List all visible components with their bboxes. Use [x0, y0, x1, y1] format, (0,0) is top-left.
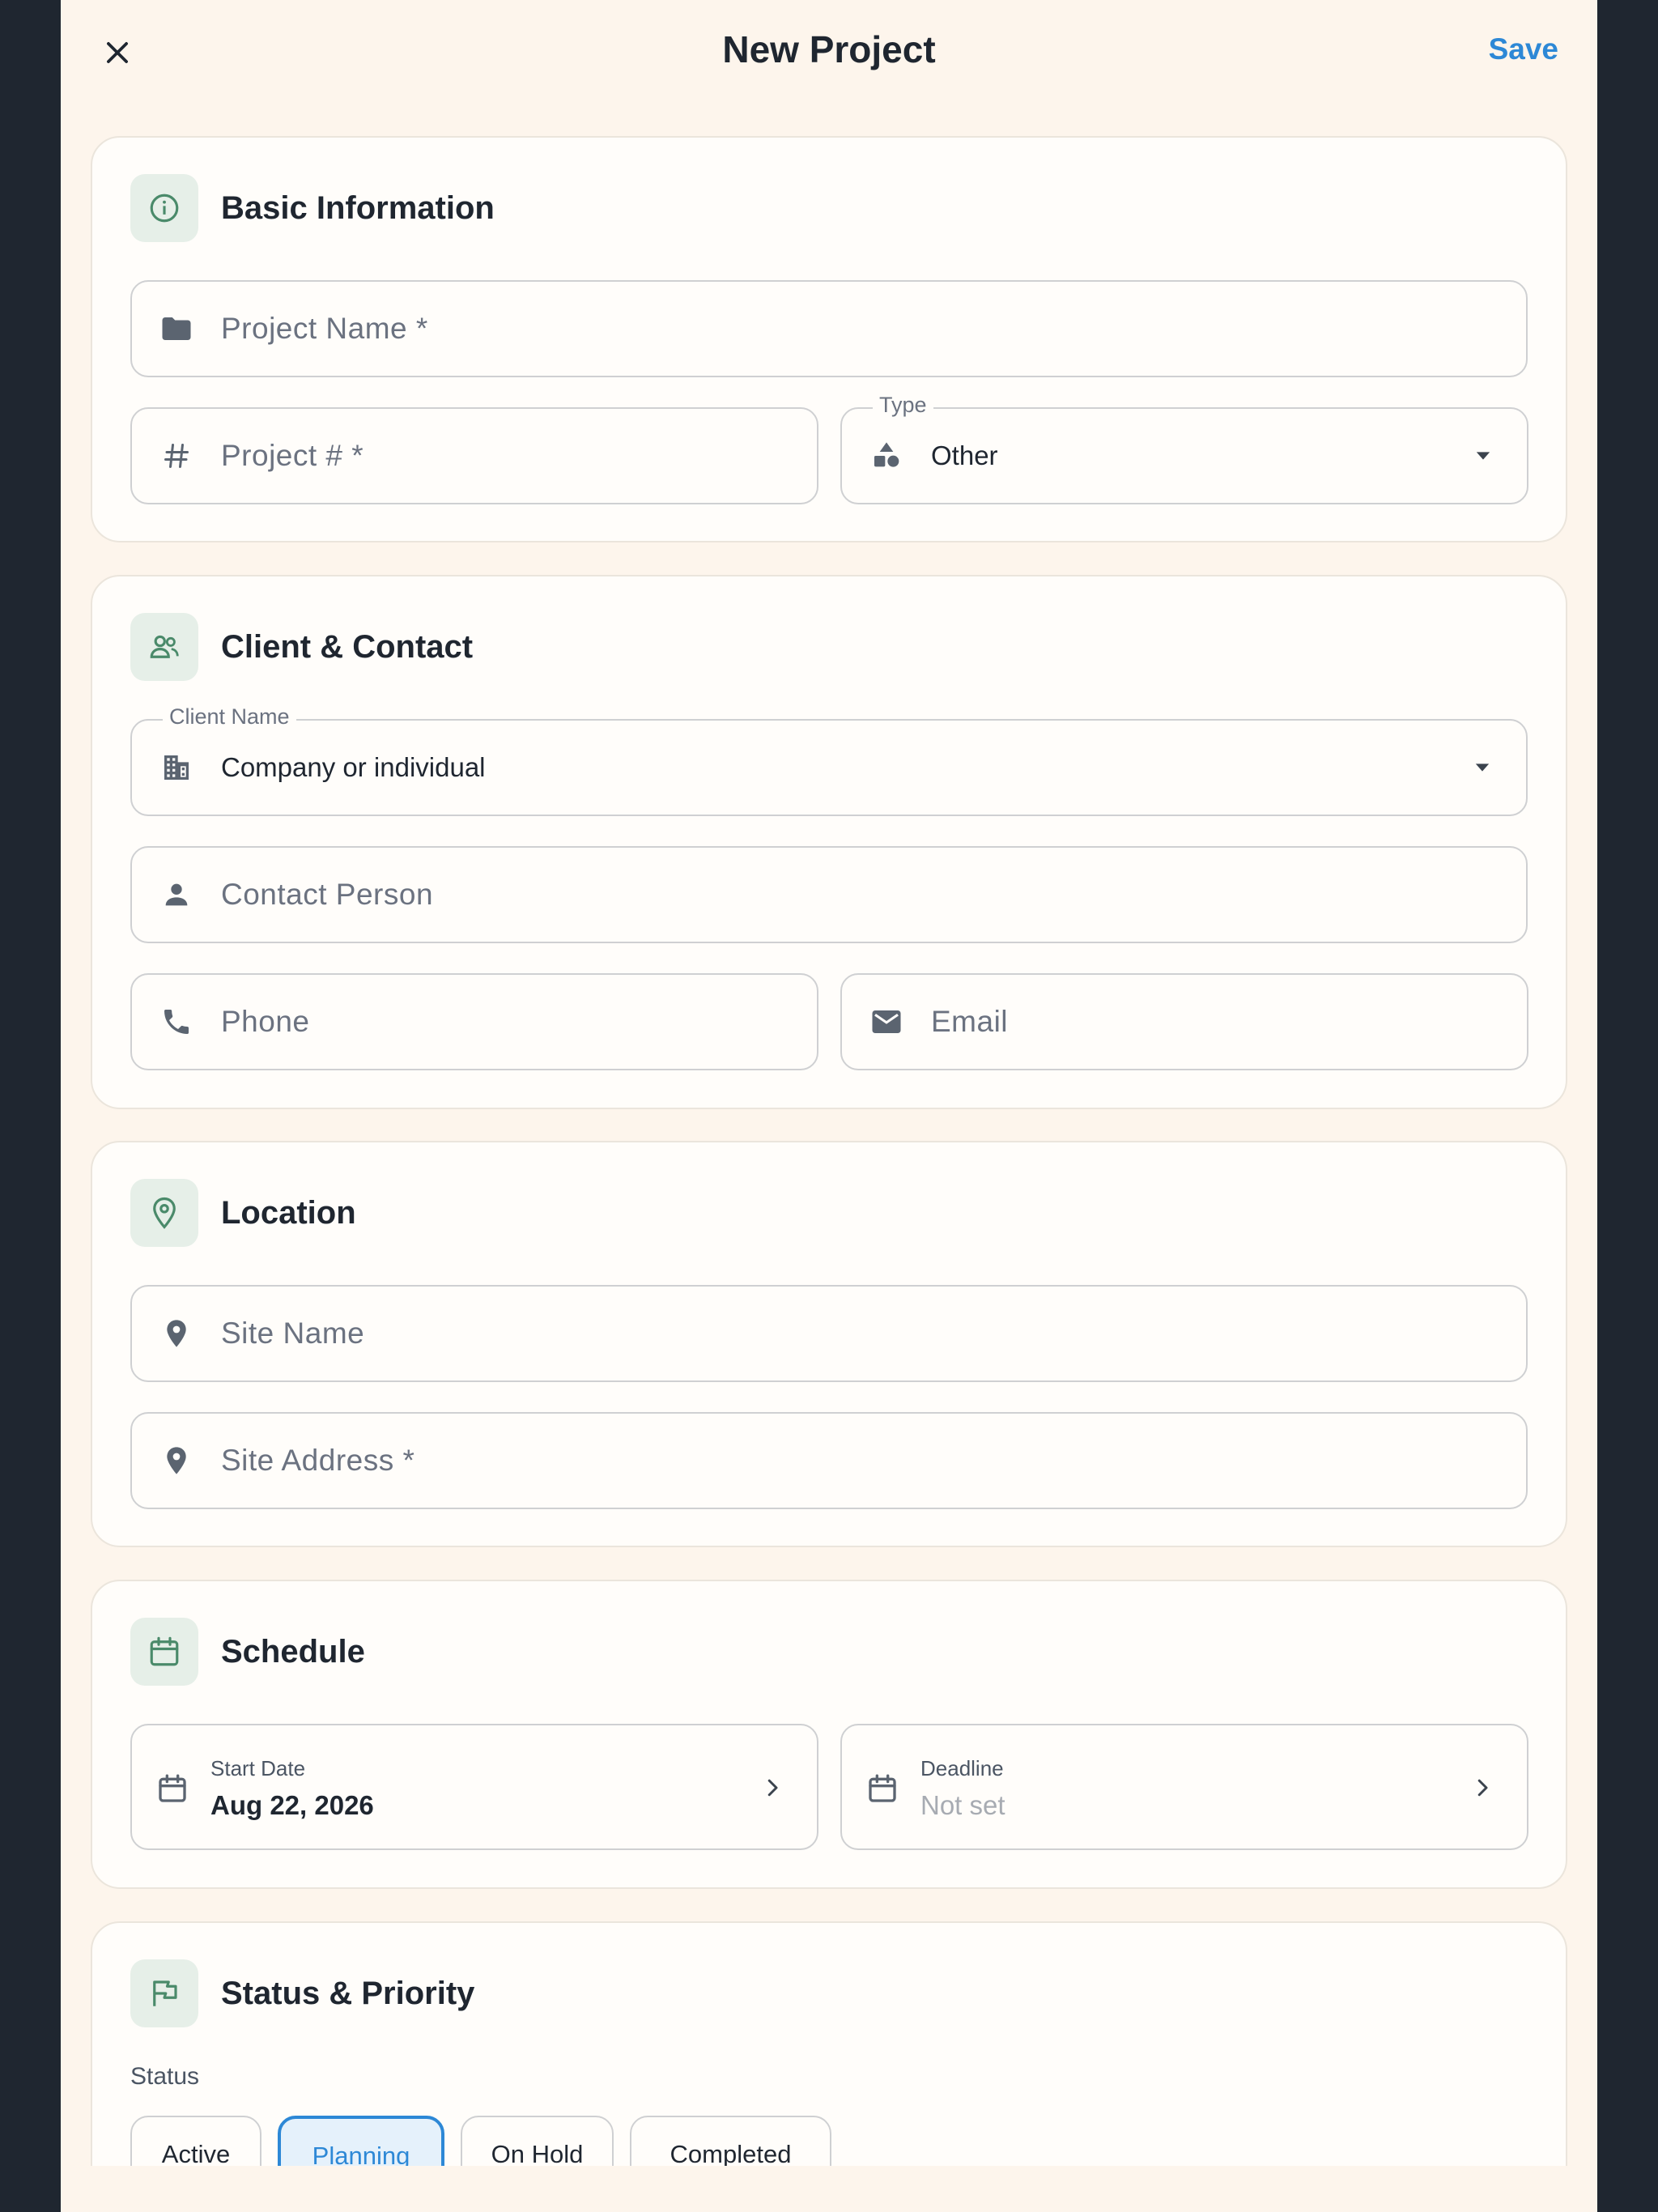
site-address-field[interactable]: Site Address * [130, 1412, 1528, 1509]
calendar-icon [130, 1618, 198, 1686]
phone-placeholder: Phone [221, 1005, 310, 1038]
building-icon [132, 751, 221, 784]
start-date-picker[interactable]: Start Date Aug 22, 2026 [130, 1724, 818, 1850]
status-chip-completed[interactable]: Completed [630, 2116, 831, 2166]
client-name-value: Company or individual [221, 752, 486, 782]
page-title: New Project [722, 28, 936, 70]
project-number-field[interactable]: Project # * [130, 407, 818, 504]
section-title-location: Location [221, 1194, 356, 1231]
phone-icon [132, 1006, 221, 1038]
contact-person-field[interactable]: Contact Person [130, 846, 1528, 943]
project-number-placeholder: Project # * [221, 439, 364, 472]
schedule-card: Schedule Start Date Aug 22, 2026 Deadlin… [91, 1580, 1567, 1889]
chevron-right-icon [767, 1779, 778, 1797]
person-icon [132, 878, 221, 911]
section-title-schedule: Schedule [221, 1633, 365, 1670]
start-date-label: Start Date [210, 1756, 306, 1780]
section-title-status: Status & Priority [221, 1975, 475, 2011]
contact-person-placeholder: Contact Person [221, 878, 434, 911]
type-label: Type [873, 393, 933, 418]
site-name-placeholder: Site Name [221, 1317, 365, 1350]
status-priority-card: Status & Priority Status Active Planning… [91, 1921, 1567, 2166]
client-contact-card: Client & Contact Client Name Company or … [91, 575, 1567, 1109]
chevron-right-icon [1477, 1779, 1488, 1797]
calendar-icon [159, 1774, 186, 1802]
email-field[interactable]: Email [840, 973, 1528, 1070]
new-project-sheet: New Project Save Basic Information Proje… [61, 0, 1597, 2212]
section-title-basic: Basic Information [221, 189, 495, 226]
type-value: Other [931, 440, 998, 470]
status-label: Status [130, 2063, 200, 2090]
location-card: Location Site Name Site Address * [91, 1141, 1567, 1547]
status-chip-active[interactable]: Active [130, 2116, 261, 2166]
deadline-picker[interactable]: Deadline Not set [840, 1724, 1528, 1850]
save-button[interactable]: Save [1489, 32, 1558, 66]
basic-information-card: Basic Information Project Name * Project… [91, 136, 1567, 542]
shapes-icon [842, 440, 931, 472]
site-name-field[interactable]: Site Name [130, 1285, 1528, 1382]
email-placeholder: Email [931, 1005, 1009, 1038]
deadline-value: Not set [920, 1790, 1005, 1820]
mail-icon [842, 1005, 931, 1039]
section-title-client: Client & Contact [221, 628, 474, 665]
client-name-select[interactable]: Client Name Company or individual [130, 704, 1528, 816]
info-icon [130, 174, 198, 242]
project-name-field[interactable]: Project Name * [130, 280, 1528, 377]
project-name-placeholder: Project Name * [221, 312, 428, 345]
type-select[interactable]: Type Other [840, 393, 1528, 504]
status-chip-planning[interactable]: Planning [278, 2116, 444, 2166]
bottom-safe-area [61, 2166, 1597, 2212]
flag-icon [130, 1959, 198, 2027]
chevron-down-icon [1475, 764, 1490, 772]
form-scroll-area[interactable]: Basic Information Project Name * Project… [61, 105, 1597, 2166]
folder-icon [132, 312, 221, 346]
deadline-label: Deadline [920, 1756, 1004, 1780]
start-date-value: Aug 22, 2026 [210, 1790, 374, 1820]
hash-icon [132, 441, 221, 470]
site-address-placeholder: Site Address * [221, 1444, 415, 1477]
chevron-down-icon [1476, 452, 1490, 460]
calendar-icon [869, 1774, 896, 1802]
people-icon [130, 613, 198, 681]
location-pin-icon [130, 1179, 198, 1247]
header: New Project Save [61, 0, 1597, 105]
status-chip-on-hold[interactable]: On Hold [461, 2116, 614, 2166]
place-icon [132, 1444, 221, 1477]
client-name-label: Client Name [163, 704, 296, 730]
place-icon [132, 1317, 221, 1350]
phone-field[interactable]: Phone [130, 973, 818, 1070]
